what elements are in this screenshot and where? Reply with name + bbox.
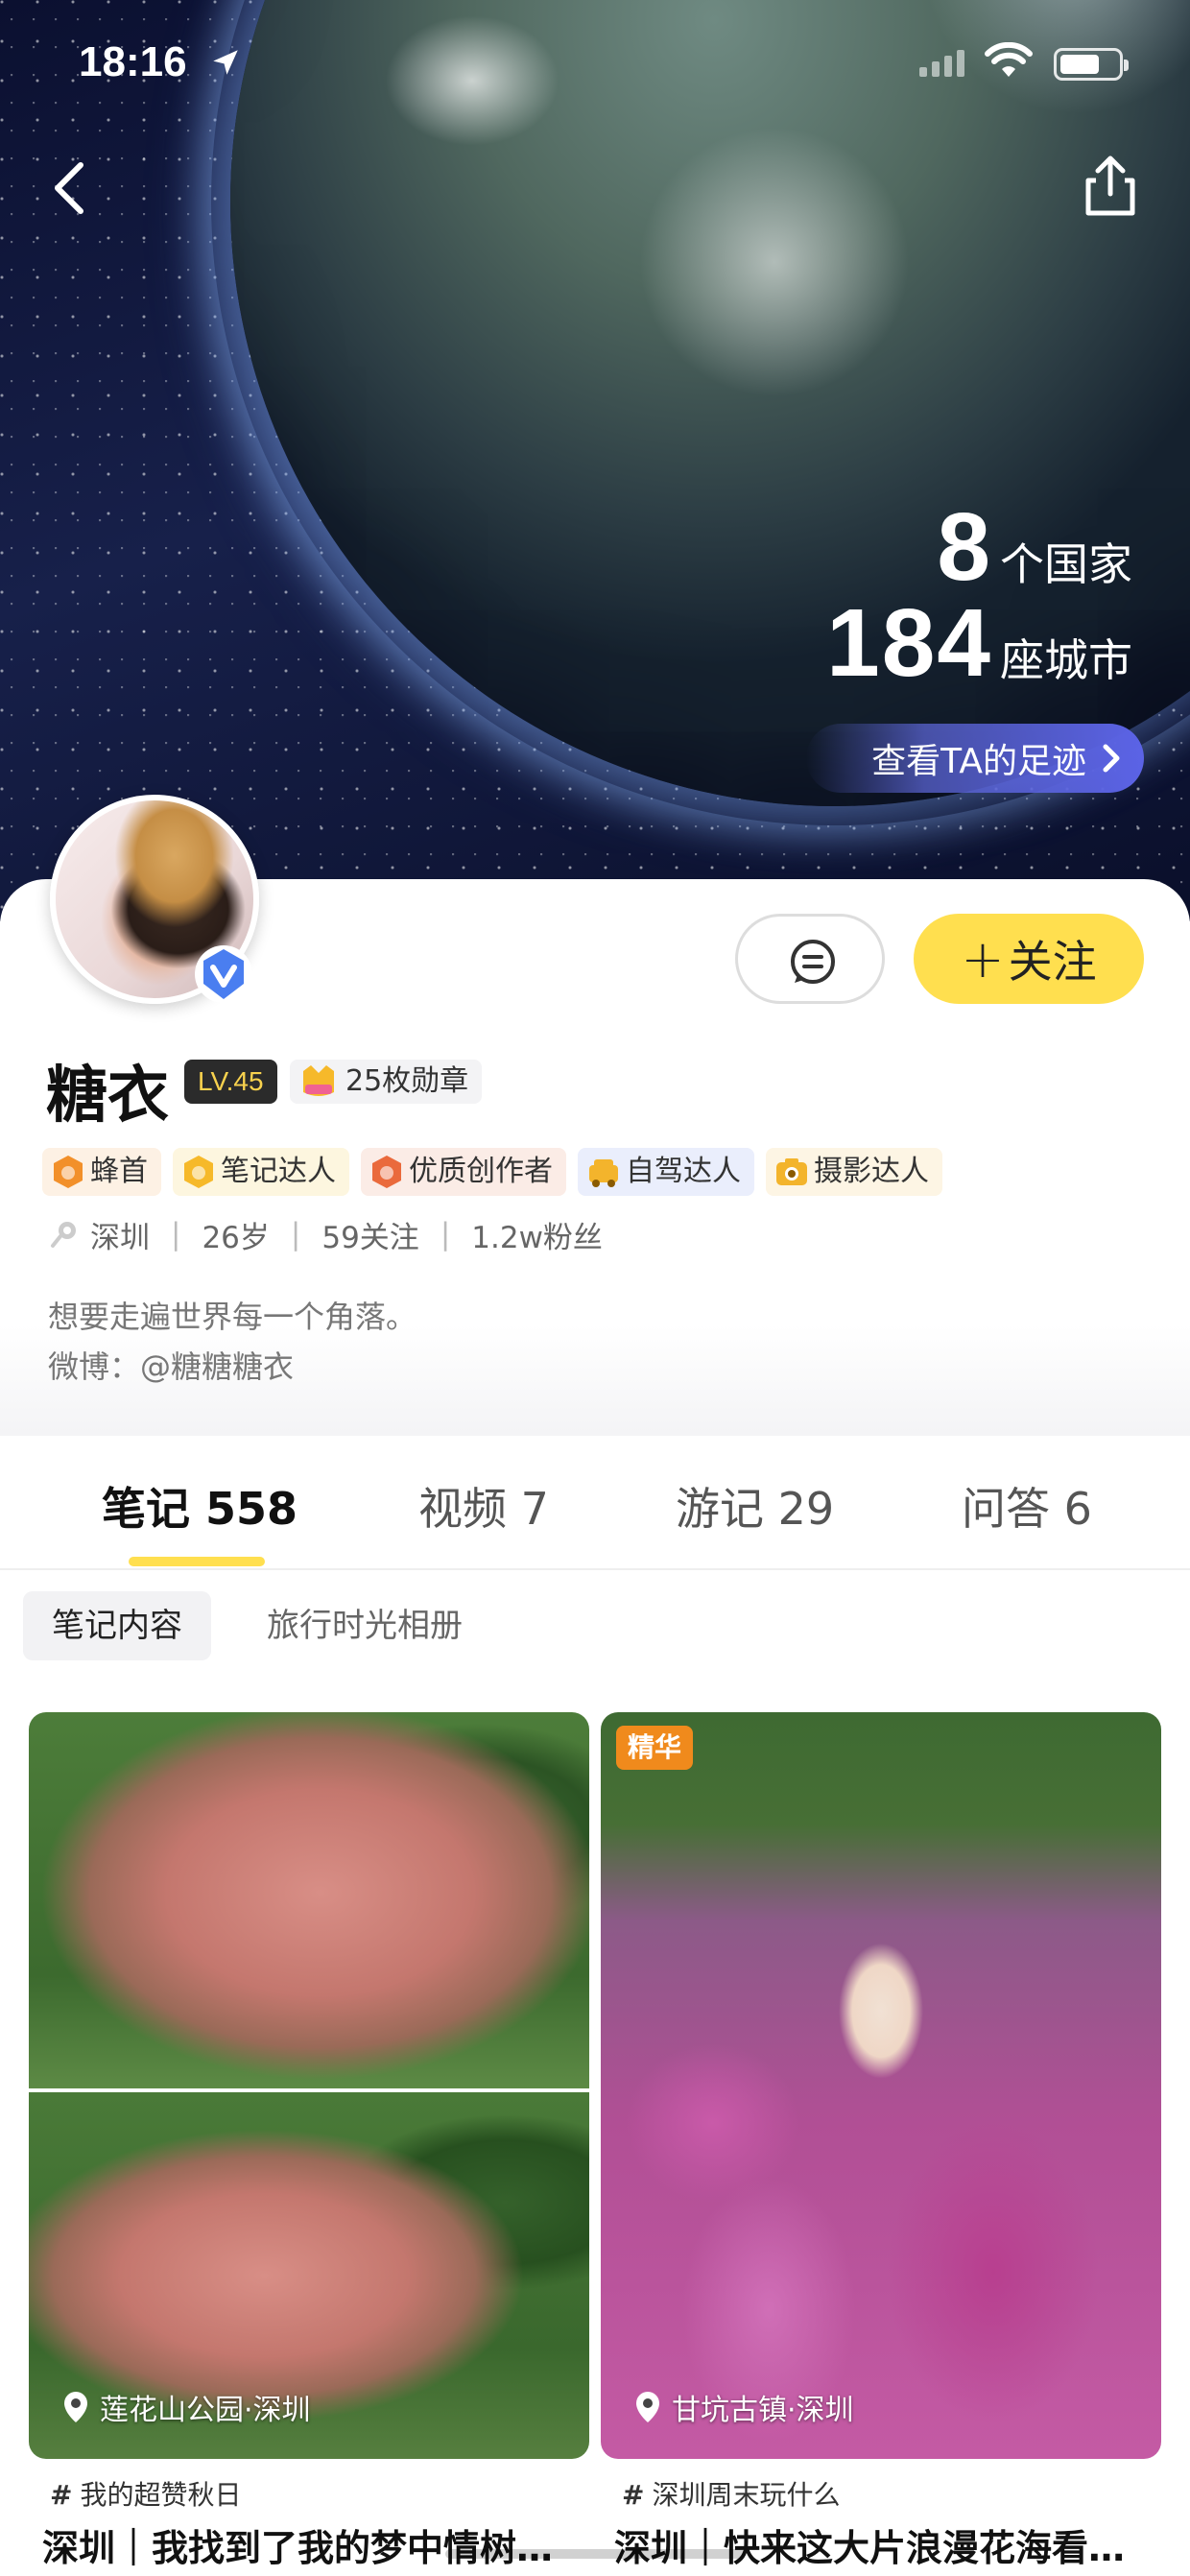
countries-unit: 个国家 <box>1000 538 1132 590</box>
cities-stat: 184 座城市 <box>826 595 1132 691</box>
badge-hexagon-icon <box>184 1156 213 1188</box>
verified-badge-icon <box>195 945 252 1003</box>
location-pin-icon <box>636 2392 659 2422</box>
active-tab-indicator <box>129 1557 265 1566</box>
view-footprint-button[interactable]: 查看TA的足迹 <box>806 724 1144 793</box>
profile-meta: 深圳 | 26岁 | 59关注 | 1.2w粉丝 <box>48 1213 603 1255</box>
cities-unit: 座城市 <box>1000 634 1132 686</box>
share-icon[interactable] <box>1079 152 1142 221</box>
separator: | <box>171 1217 181 1252</box>
countries-count: 8 <box>937 493 992 601</box>
message-button[interactable] <box>735 914 885 1004</box>
badge-hexagon-icon <box>372 1156 401 1188</box>
poi-text: 莲花山公园·深圳 <box>100 2394 311 2427</box>
badge-item[interactable]: 蜂首 <box>42 1148 161 1196</box>
status-bar: 18:16 <box>0 0 1190 125</box>
badge-label: 笔记达人 <box>221 1155 336 1188</box>
battery-fill <box>1060 55 1099 74</box>
profile-bio: 想要走遍世界每一个角落。 微博：@糖糖糖衣 <box>48 1292 416 1392</box>
footprint-label: 查看TA的足迹 <box>871 742 1086 781</box>
tab-videos[interactable]: 视频 7 <box>418 1474 549 1538</box>
medal-icon <box>303 1065 334 1096</box>
feed-card-title[interactable]: 深圳｜我找到了我的梦中情树… <box>42 2518 580 2576</box>
status-time: 18:16 <box>79 38 187 85</box>
follow-label: 关注 <box>1008 936 1097 988</box>
profile-name: 糖衣 <box>46 1061 169 1132</box>
meta-following[interactable]: 59关注 <box>321 1213 418 1256</box>
medal-label: 25枚勋章 <box>345 1064 469 1098</box>
tab-travelogues[interactable]: 游记 29 <box>676 1474 834 1538</box>
wifi-icon <box>985 42 1033 77</box>
meta-age: 26岁 <box>202 1220 270 1255</box>
badge-label: 蜂首 <box>90 1155 148 1188</box>
essence-tag: 精华 <box>616 1726 694 1770</box>
camera-icon <box>776 1158 807 1185</box>
feed-card-title[interactable]: 深圳｜快来这大片浪漫花海看… <box>614 2518 1152 2576</box>
badge-label: 摄影达人 <box>814 1155 929 1188</box>
meta-fans[interactable]: 1.2w粉丝 <box>471 1213 603 1256</box>
feed-card-image[interactable] <box>29 1712 589 2459</box>
badge-item[interactable]: 自驾达人 <box>578 1148 754 1196</box>
plus-icon: + <box>961 928 1005 990</box>
battery-icon <box>1054 48 1129 81</box>
poi-label[interactable]: 莲花山公园·深圳 <box>61 2386 311 2428</box>
tab-notes[interactable]: 笔记 558 <box>102 1474 298 1538</box>
location-pin-icon <box>64 2392 87 2422</box>
content-tabs: 笔记 558 视频 7 游记 29 问答 6 <box>0 1436 1190 1570</box>
subtab-note-content[interactable]: 笔记内容 <box>23 1591 211 1660</box>
cellular-signal-icon <box>919 50 964 77</box>
poi-label[interactable]: 甘坑古镇·深圳 <box>633 2386 854 2428</box>
separator: | <box>440 1217 451 1252</box>
weibo-line: 微博：@糖糖糖衣 <box>48 1348 295 1385</box>
countries-stat: 8 个国家 <box>826 499 1132 595</box>
chat-icon <box>791 940 835 984</box>
chevron-right-icon <box>1103 744 1120 773</box>
badge-label: 优质创作者 <box>409 1155 553 1188</box>
tab-qa[interactable]: 问答 6 <box>962 1474 1092 1538</box>
home-indicator <box>445 2549 745 2559</box>
photo-flower-field <box>601 1712 1161 2459</box>
subtabs: 笔记内容 旅行时光相册 <box>23 1591 491 1660</box>
car-icon <box>589 1159 618 1187</box>
location-arrow-icon <box>213 50 238 75</box>
back-icon[interactable] <box>38 154 100 223</box>
separator: | <box>290 1217 301 1252</box>
badge-list: 蜂首 笔记达人 优质创作者 自驾达人 摄影达人 <box>42 1148 942 1196</box>
badge-item[interactable]: 优质创作者 <box>361 1148 566 1196</box>
topic-text: 我的超赞秋日 <box>80 2479 242 2511</box>
badge-item[interactable]: 摄影达人 <box>766 1148 942 1196</box>
feed-card-image[interactable] <box>601 1712 1161 2459</box>
subtab-travel-album[interactable]: 旅行时光相册 <box>238 1591 491 1660</box>
poi-text: 甘坑古镇·深圳 <box>672 2394 854 2427</box>
hash-icon: # <box>622 2479 645 2511</box>
topic-text: 深圳周末玩什么 <box>652 2479 841 2511</box>
medal-count[interactable]: 25枚勋章 <box>290 1060 483 1104</box>
badge-hexagon-icon <box>54 1156 83 1188</box>
travel-stats: 8 个国家 184 座城市 <box>826 499 1132 691</box>
location-pin-icon <box>51 1222 76 1248</box>
level-badge[interactable]: LV.45 <box>184 1060 277 1104</box>
meta-city: 深圳 <box>90 1220 150 1255</box>
badge-label: 自驾达人 <box>626 1155 741 1188</box>
photo-tree-top <box>29 1712 589 2088</box>
hash-icon: # <box>50 2479 73 2511</box>
cities-count: 184 <box>826 589 992 697</box>
topic-tag[interactable]: # 我的超赞秋日 <box>50 2474 241 2513</box>
badge-item[interactable]: 笔记达人 <box>173 1148 349 1196</box>
follow-button[interactable]: + 关注 <box>914 914 1144 1004</box>
bio-line: 想要走遍世界每一个角落。 <box>48 1299 417 1335</box>
topic-tag[interactable]: # 深圳周末玩什么 <box>622 2474 840 2513</box>
